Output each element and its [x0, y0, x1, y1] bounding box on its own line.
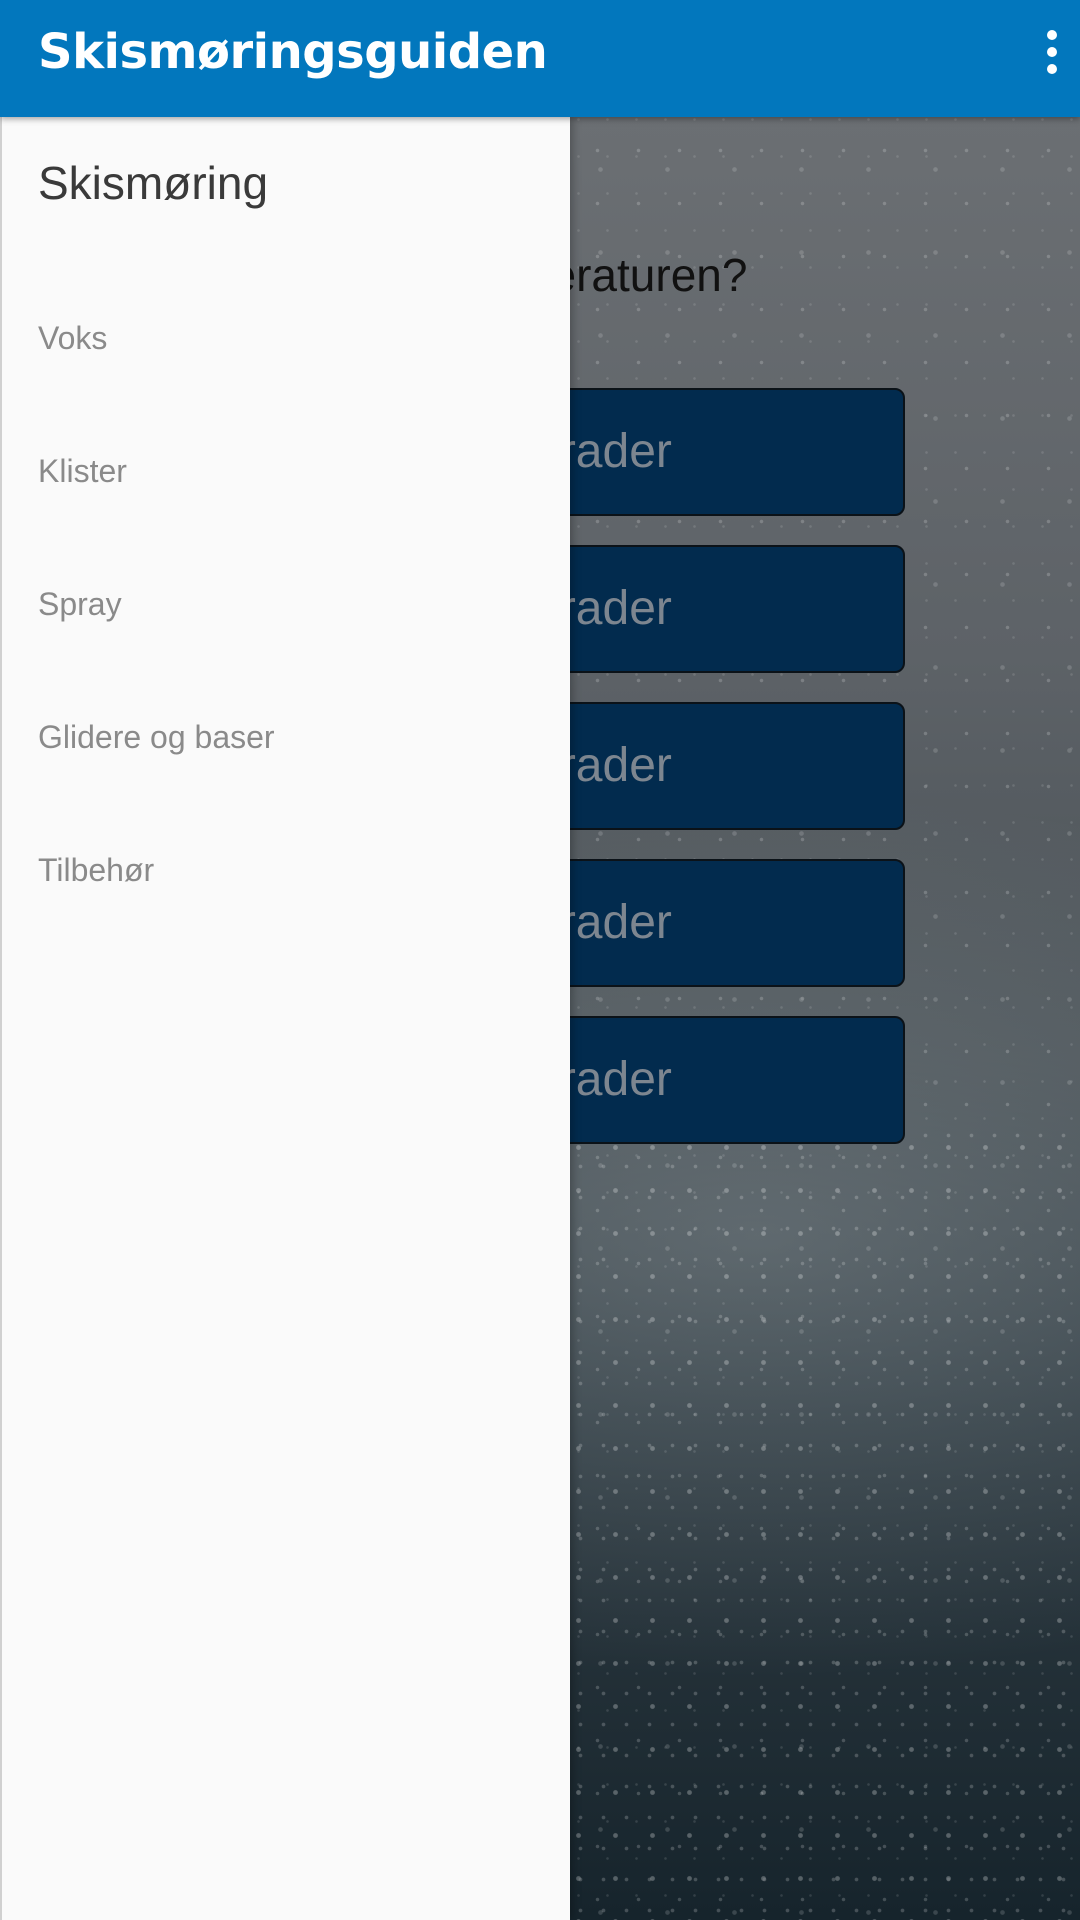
more-vert-icon[interactable]	[1036, 22, 1068, 82]
app-bar: Skismøringsguiden	[0, 0, 1080, 117]
app-title: Skismøringsguiden	[38, 24, 548, 80]
drawer-item-label: Klister	[38, 453, 127, 489]
drawer-item-label: Glidere og baser	[38, 719, 275, 755]
screen: Skismøringsguiden Hva er temperaturen? g…	[0, 0, 1080, 1920]
overflow-dot	[1047, 47, 1057, 57]
navigation-drawer: Skismøring Voks Klister Spray Glidere og…	[0, 117, 570, 1920]
drawer-item-spray[interactable]: Spray	[2, 552, 568, 652]
drawer-item-tilbehor[interactable]: Tilbehør	[2, 818, 568, 918]
drawer-title: Skismøring	[38, 157, 269, 209]
drawer-item-klister[interactable]: Klister	[2, 419, 568, 519]
overflow-dot	[1047, 64, 1057, 74]
overflow-dot	[1047, 30, 1057, 40]
drawer-item-label: Voks	[38, 320, 108, 356]
drawer-item-glidere-og-baser[interactable]: Glidere og baser	[2, 685, 568, 785]
drawer-item-label: Spray	[38, 586, 122, 622]
drawer-item-label: Tilbehør	[38, 852, 155, 888]
drawer-item-voks[interactable]: Voks	[2, 286, 568, 386]
